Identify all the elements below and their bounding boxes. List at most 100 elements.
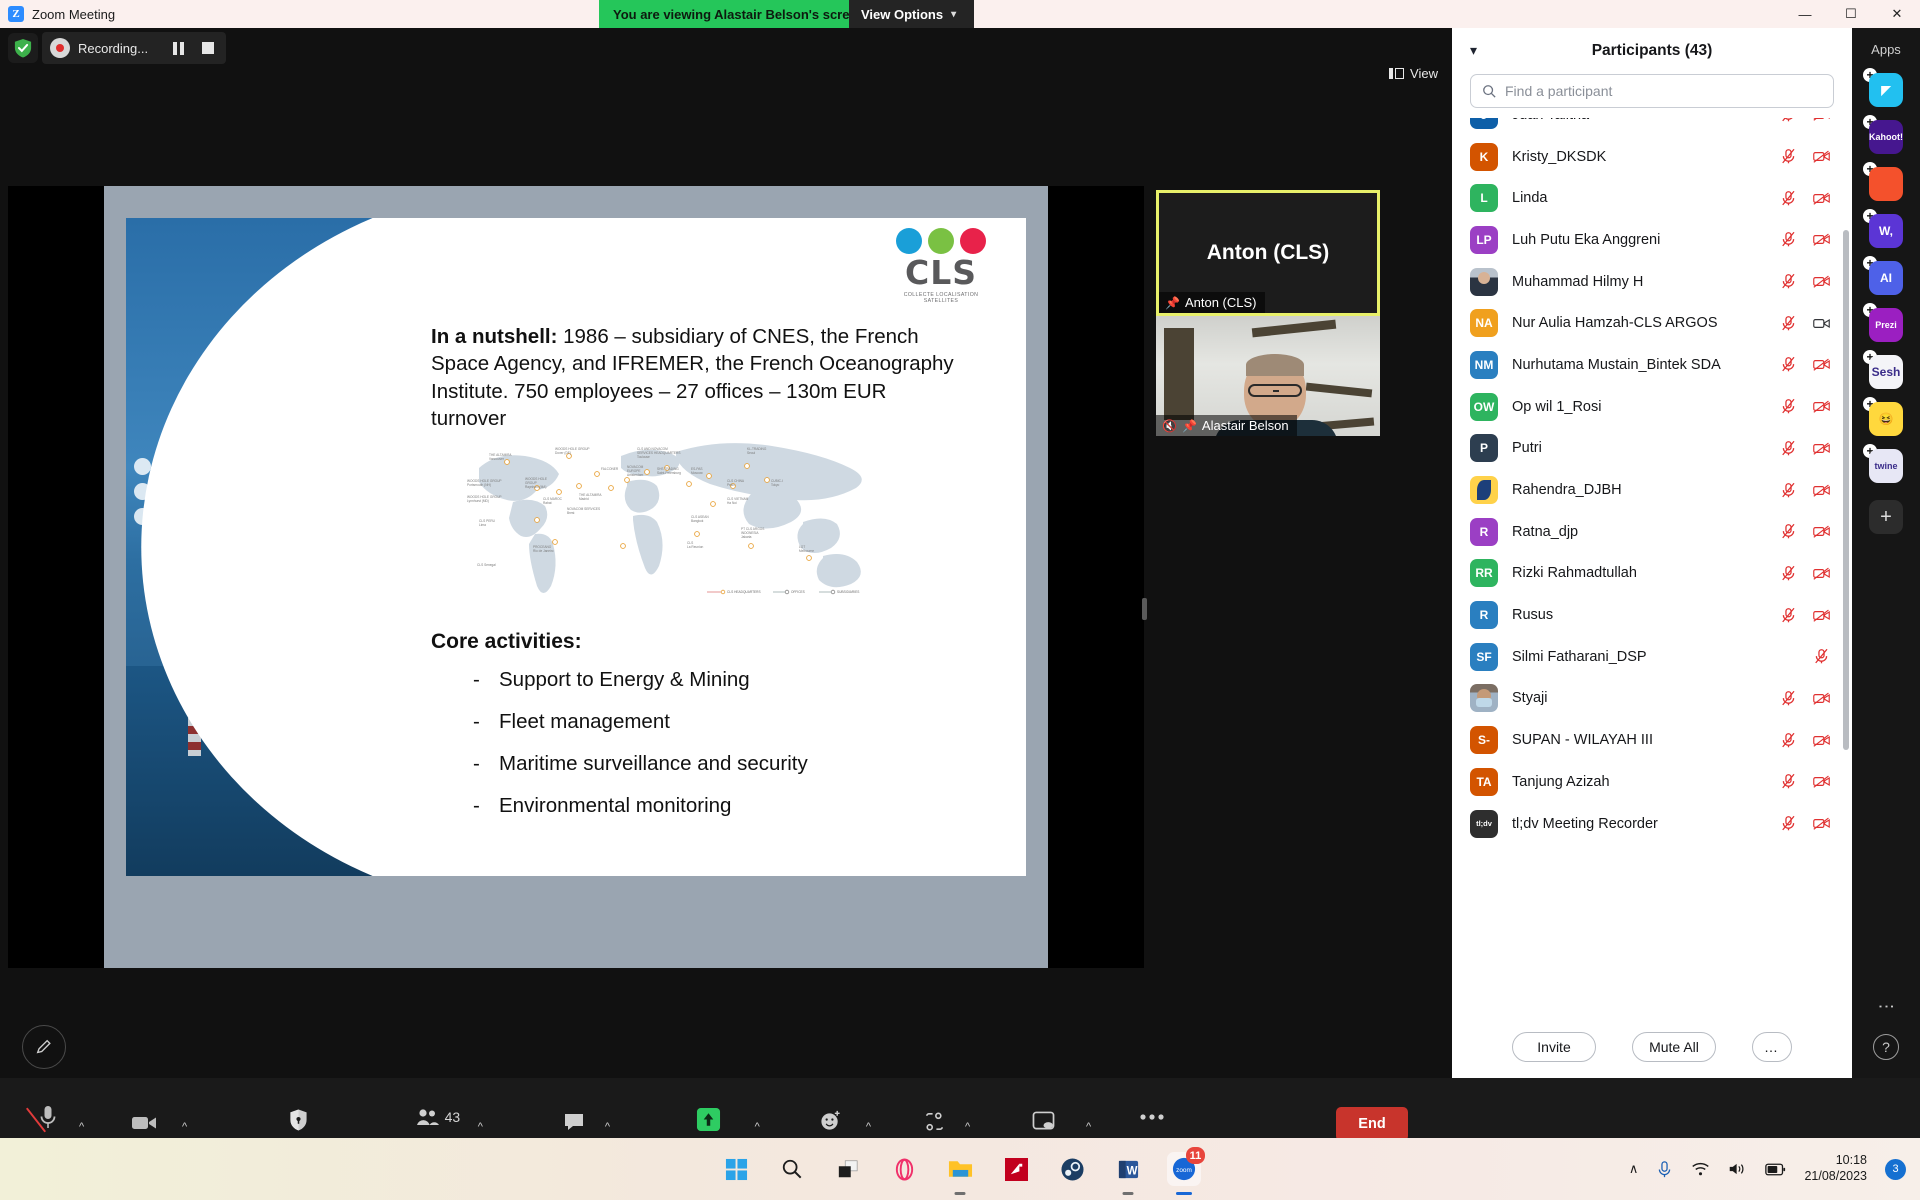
- add-app-button[interactable]: +: [1869, 500, 1903, 534]
- rail-more-button[interactable]: ⋮: [1876, 998, 1896, 1016]
- close-button[interactable]: ✕: [1874, 0, 1920, 28]
- participant-row[interactable]: RR Rizki Rahmadtullah: [1452, 553, 1852, 595]
- participant-row[interactable]: R Ratna_djp: [1452, 511, 1852, 553]
- sesh-app-icon[interactable]: + Sesh: [1863, 350, 1903, 389]
- participant-name: Juan Talitha: [1512, 118, 1780, 123]
- video-off-icon: [1813, 525, 1830, 538]
- video-panel-drag-handle[interactable]: [1142, 598, 1147, 620]
- puzzle-app-icon[interactable]: +: [1863, 162, 1903, 201]
- app-label: W,: [1879, 224, 1893, 238]
- participants-panel: ▾ Participants (43) J Juan Talitha K Kristy…: [1452, 28, 1852, 1078]
- participant-row[interactable]: SF Silmi Fatharani_DSP: [1452, 636, 1852, 678]
- taskbar-clock[interactable]: 10:18 21/08/2023: [1804, 1153, 1867, 1184]
- participant-row[interactable]: TA Tanjung Azizah: [1452, 761, 1852, 803]
- notification-badge[interactable]: 3: [1885, 1158, 1906, 1180]
- video-off-icon: [1813, 609, 1830, 622]
- microphone-muted-icon: [1782, 357, 1795, 372]
- video-camera-icon: [131, 1102, 157, 1132]
- participant-row[interactable]: NA Nur Aulia Hamzah-CLS ARGOS: [1452, 302, 1852, 344]
- battery-icon[interactable]: [1765, 1163, 1786, 1176]
- search-icon[interactable]: [775, 1152, 809, 1186]
- participant-row[interactable]: Styaji: [1452, 678, 1852, 720]
- help-button[interactable]: ?: [1873, 1034, 1899, 1060]
- stop-icon: [202, 42, 215, 54]
- ai-camera-app-icon-glyph: AI: [1869, 261, 1903, 295]
- video-off-icon: [1813, 150, 1830, 163]
- microphone-muted-icon: [1782, 148, 1795, 164]
- microsoft-word-icon[interactable]: W: [1111, 1152, 1145, 1195]
- microphone-muted-icon: [1782, 232, 1795, 247]
- microphone-icon[interactable]: [1656, 1160, 1673, 1179]
- file-explorer-icon[interactable]: [943, 1152, 977, 1195]
- amd-software-icon[interactable]: [999, 1152, 1033, 1186]
- view-options-button[interactable]: View Options ▾: [849, 0, 974, 28]
- svg-text:Lynnhurst (MD): Lynnhurst (MD): [467, 499, 489, 503]
- invite-button[interactable]: Invite: [1512, 1032, 1596, 1062]
- stop-recording-button[interactable]: [194, 34, 222, 62]
- view-layout-button[interactable]: View: [1389, 66, 1438, 81]
- task-view-icon[interactable]: [831, 1152, 865, 1186]
- emoji-app-icon[interactable]: + 😆: [1863, 397, 1903, 436]
- participant-row[interactable]: P Putri: [1452, 428, 1852, 470]
- avatar: tl;dv: [1470, 809, 1498, 838]
- opera-browser-icon[interactable]: [887, 1152, 921, 1186]
- svg-text:Lima: Lima: [479, 523, 486, 527]
- mute-all-button[interactable]: Mute All: [1632, 1032, 1716, 1062]
- video-off-icon: [1813, 734, 1830, 747]
- microphone-muted-icon: [25, 1102, 58, 1133]
- minimize-button[interactable]: —: [1782, 0, 1828, 28]
- participant-controls: [1780, 356, 1830, 373]
- annotate-pen-button[interactable]: [22, 1025, 66, 1069]
- slide-photo-panel: [126, 218, 431, 876]
- search-input[interactable]: [1505, 83, 1822, 99]
- collapse-panel-button[interactable]: ▾: [1466, 38, 1481, 63]
- participant-name: Styaji: [1512, 690, 1548, 707]
- participant-controls: [1780, 523, 1830, 540]
- video-tile-anton[interactable]: Anton (CLS) 📌 Anton (CLS): [1156, 190, 1380, 316]
- participant-row[interactable]: tl;dv tl;dv Meeting Recorder: [1452, 803, 1852, 845]
- avatar: J: [1470, 118, 1498, 129]
- participant-controls: [1780, 607, 1830, 624]
- wifi-icon[interactable]: [1691, 1161, 1710, 1177]
- participants-more-button[interactable]: …: [1752, 1032, 1792, 1062]
- zoom-notification-badge: 11: [1186, 1147, 1205, 1164]
- maximize-button[interactable]: ☐: [1828, 0, 1874, 28]
- speaker-icon[interactable]: [1728, 1161, 1747, 1177]
- tray-chevron-icon[interactable]: ∧: [1629, 1161, 1639, 1177]
- participant-row[interactable]: J Juan Talitha: [1452, 118, 1852, 136]
- svg-text:W: W: [1126, 1165, 1137, 1177]
- ai-camera-app-icon[interactable]: + AI: [1863, 256, 1903, 295]
- participant-row[interactable]: Rahendra_DJBH: [1452, 469, 1852, 511]
- participant-row[interactable]: LP Luh Putu Eka Anggreni: [1452, 219, 1852, 261]
- participant-row[interactable]: L Linda: [1452, 177, 1852, 219]
- video-off-icon: [1813, 234, 1830, 247]
- screen-share-banner: You are viewing Alastair Belson's screen: [599, 0, 879, 28]
- participant-controls: [1780, 273, 1830, 290]
- participants-scrollbar[interactable]: [1843, 230, 1849, 750]
- participant-row[interactable]: NM Nurhutama Mustain_Bintek SDA: [1452, 344, 1852, 386]
- participant-row[interactable]: K Kristy_DKSDK: [1452, 136, 1852, 178]
- twine-app-icon[interactable]: + twine: [1863, 444, 1903, 483]
- participant-search-box[interactable]: [1470, 74, 1834, 108]
- pause-recording-button[interactable]: [164, 34, 192, 62]
- video-tile-alastair[interactable]: 🔇 📌 Alastair Belson: [1156, 316, 1380, 436]
- participants-list[interactable]: J Juan Talitha K Kristy_DKSDK L Linda LP Luh Pu…: [1452, 118, 1852, 1016]
- svg-text:Rabat: Rabat: [543, 501, 552, 505]
- zoom-taskbar-icon[interactable]: zoom 11: [1167, 1147, 1205, 1195]
- participant-row[interactable]: OW Op wil 1_Rosi: [1452, 386, 1852, 428]
- steam-icon[interactable]: [1055, 1152, 1089, 1186]
- participant-row[interactable]: R Rusus: [1452, 594, 1852, 636]
- prezi-app-icon[interactable]: + Prezi: [1863, 303, 1903, 342]
- participant-row[interactable]: Muhammad Hilmy H: [1452, 261, 1852, 303]
- figma-app-icon[interactable]: + ◤: [1863, 68, 1903, 107]
- bullet-dash: -: [473, 794, 480, 817]
- security-shield-icon[interactable]: [8, 33, 38, 63]
- participants-count: 43: [444, 1109, 461, 1125]
- wordly-app-icon[interactable]: + W,: [1863, 209, 1903, 248]
- kahoot-app-icon[interactable]: + Kahoot!: [1863, 115, 1903, 154]
- end-meeting-button[interactable]: End: [1336, 1107, 1408, 1141]
- microphone-muted-icon: [1815, 649, 1828, 664]
- participant-row[interactable]: S- SUPAN - WILAYAH III: [1452, 719, 1852, 761]
- windows-start-icon[interactable]: [719, 1152, 753, 1186]
- avatar: S-: [1470, 726, 1498, 755]
